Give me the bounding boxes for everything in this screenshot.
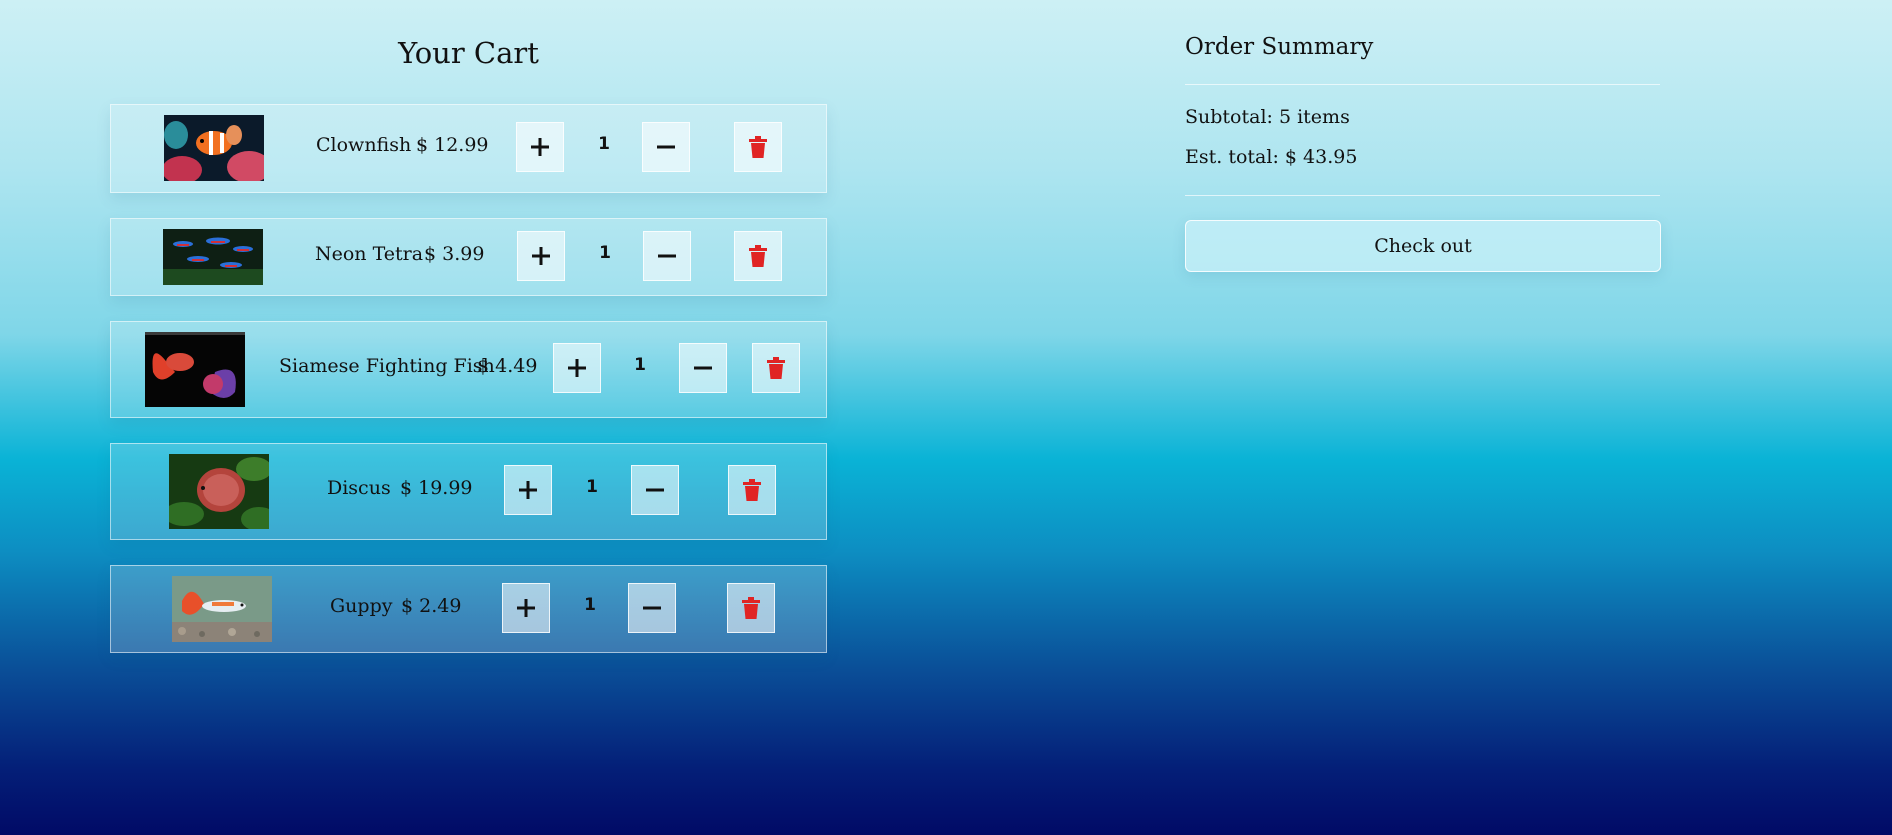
item-name: Guppy (330, 595, 393, 617)
guppy-image (172, 576, 272, 642)
item-name: Discus (327, 477, 391, 499)
decrease-qty-button[interactable] (642, 122, 690, 172)
remove-item-button[interactable] (752, 343, 800, 393)
increase-qty-button[interactable] (504, 465, 552, 515)
discus-image (169, 454, 269, 529)
item-name: Siamese Fighting Fish (279, 355, 495, 377)
trash-icon (743, 479, 761, 501)
order-summary-title: Order Summary (1185, 34, 1374, 60)
decrease-qty-button[interactable] (631, 465, 679, 515)
item-quantity: 1 (586, 477, 598, 497)
cart-item-siamese-fighting-fish: Siamese Fighting Fish $ 4.49 1 (110, 321, 827, 418)
checkout-button[interactable]: Check out (1185, 220, 1661, 272)
remove-item-button[interactable] (728, 465, 776, 515)
increase-qty-button[interactable] (553, 343, 601, 393)
item-price: $ 2.49 (401, 595, 462, 617)
item-price: $ 3.99 (424, 243, 485, 265)
decrease-qty-button[interactable] (679, 343, 727, 393)
cart-title: Your Cart (398, 36, 539, 70)
cart-item-neon-tetra: Neon Tetra $ 3.99 1 (110, 218, 827, 296)
summary-divider-bottom (1185, 195, 1660, 196)
item-price: $ 12.99 (416, 134, 489, 156)
decrease-qty-button[interactable] (643, 231, 691, 281)
remove-item-button[interactable] (727, 583, 775, 633)
trash-icon (767, 357, 785, 379)
item-name: Clownfish (316, 134, 412, 156)
remove-item-button[interactable] (734, 231, 782, 281)
increase-qty-button[interactable] (517, 231, 565, 281)
trash-icon (749, 245, 767, 267)
plus-icon (531, 138, 549, 156)
plus-icon (517, 599, 535, 617)
cart-item-discus: Discus $ 19.99 1 (110, 443, 827, 540)
minus-icon (646, 488, 664, 492)
increase-qty-button[interactable] (516, 122, 564, 172)
plus-icon (568, 359, 586, 377)
neon-tetra-image (163, 229, 263, 285)
minus-icon (657, 145, 675, 149)
plus-icon (519, 481, 537, 499)
decrease-qty-button[interactable] (628, 583, 676, 633)
summary-divider-top (1185, 84, 1660, 85)
item-quantity: 1 (584, 595, 596, 615)
cart-item-guppy: Guppy $ 2.49 1 (110, 565, 827, 653)
minus-icon (694, 366, 712, 370)
clownfish-image (164, 115, 264, 181)
item-quantity: 1 (634, 355, 646, 375)
trash-icon (749, 136, 767, 158)
cart-item-clownfish: Clownfish $ 12.99 1 (110, 104, 827, 193)
minus-icon (658, 254, 676, 258)
item-name: Neon Tetra (315, 243, 424, 265)
trash-icon (742, 597, 760, 619)
item-price: $ 19.99 (400, 477, 473, 499)
plus-icon (532, 247, 550, 265)
item-quantity: 1 (598, 134, 610, 154)
minus-icon (643, 606, 661, 610)
item-price: $ 4.49 (477, 355, 538, 377)
item-quantity: 1 (599, 243, 611, 263)
increase-qty-button[interactable] (502, 583, 550, 633)
est-total-text: Est. total: $ 43.95 (1185, 146, 1358, 168)
remove-item-button[interactable] (734, 122, 782, 172)
subtotal-text: Subtotal: 5 items (1185, 106, 1350, 128)
betta-image (145, 332, 245, 407)
